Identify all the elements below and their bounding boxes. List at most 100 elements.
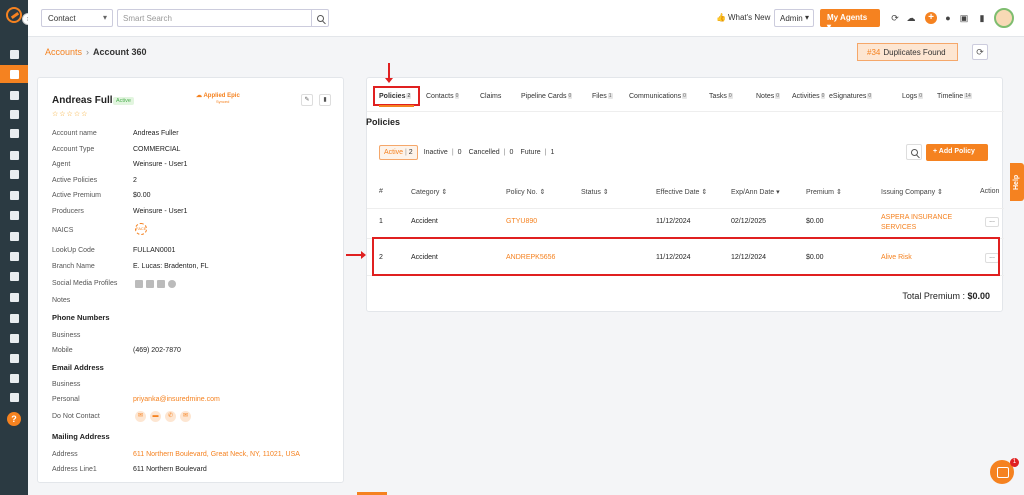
do-not-contact-label: Do Not Contact (52, 413, 100, 420)
whats-new-link[interactable]: 👍 What's New (716, 13, 770, 22)
chat-icon[interactable]: ▬ (150, 411, 161, 422)
tab-logs[interactable]: Logs 0 (902, 93, 923, 100)
linkedin-icon[interactable] (135, 280, 143, 288)
delete-button[interactable]: ▮ (319, 94, 331, 106)
tab-label: Timeline (937, 93, 964, 100)
tab-count-badge: 14 (964, 93, 972, 99)
twitter-icon[interactable] (157, 280, 165, 288)
tab-active-underline (379, 105, 414, 107)
field-value: Weinsure - User1 (133, 208, 188, 215)
trash-icon[interactable]: ▮ (977, 13, 987, 23)
calendar-icon[interactable] (8, 291, 20, 303)
tab-claims[interactable]: Claims (480, 93, 501, 100)
filter-cancelled[interactable]: Cancelled | 0 (469, 149, 514, 156)
phone-icon[interactable]: ✆ (165, 411, 176, 422)
filter-active[interactable]: Active | 2 (379, 144, 418, 160)
field-label: Account Type (52, 146, 95, 153)
filter-future[interactable]: Future | 1 (520, 149, 554, 156)
documents-icon[interactable] (8, 89, 20, 101)
search-button[interactable] (311, 9, 329, 27)
column-header[interactable]: Premium ⇕ (806, 188, 842, 196)
column-header[interactable]: Exp/Ann Date ▾ (731, 188, 780, 196)
id-card-icon[interactable] (8, 149, 20, 161)
add-icon[interactable]: + (925, 12, 937, 24)
email-value[interactable]: priyanka@insuredmine.com (133, 396, 220, 403)
tab-tasks[interactable]: Tasks 0 (709, 93, 733, 100)
email-icon[interactable]: ✉ (135, 411, 146, 422)
admin-select[interactable]: Admin (774, 9, 814, 27)
folder-icon[interactable] (8, 250, 20, 262)
sms-icon[interactable]: ✉ (180, 411, 191, 422)
filter-inactive[interactable]: Inactive | 0 (424, 149, 462, 156)
edit-button[interactable]: ✎ (301, 94, 313, 106)
mail-icon[interactable] (8, 312, 20, 324)
tab-esignatures[interactable]: eSignatures 0 (829, 93, 873, 100)
cloud-icon[interactable]: ☁ (906, 13, 916, 23)
people-icon[interactable] (8, 108, 20, 120)
filter-cancelled-label: Cancelled (468, 148, 500, 156)
help-icon[interactable]: ? (7, 412, 21, 426)
tab-files[interactable]: Files 1 (592, 93, 613, 100)
tab-activities[interactable]: Activities 0 (792, 93, 826, 100)
tab-label: Notes (756, 93, 775, 100)
globe-icon[interactable] (168, 280, 176, 288)
help-tab[interactable]: Help (1010, 163, 1024, 201)
filter-icon[interactable] (8, 168, 20, 180)
field-label: NAICS (52, 227, 74, 234)
column-header[interactable]: Effective Date ⇕ (656, 188, 707, 196)
bell-icon[interactable]: ● (943, 13, 953, 23)
chat-badge: 1 (1010, 458, 1019, 467)
sync-icon[interactable]: ⟳ (890, 13, 900, 23)
rating-stars[interactable]: ☆☆☆☆☆ (52, 110, 88, 118)
user-avatar[interactable] (994, 8, 1014, 28)
column-header[interactable]: Status ⇕ (581, 188, 609, 196)
applied-epic-logo: ☁ Applied Epic Synced (196, 93, 240, 104)
refresh-button[interactable]: ⟳ (972, 44, 988, 60)
column-header[interactable]: Policy No. ⇕ (506, 188, 545, 196)
field-value: COMMERCIAL (133, 146, 181, 153)
duplicates-found-button[interactable]: #34 Duplicates Found (857, 43, 958, 61)
analytics-icon[interactable] (8, 372, 20, 384)
add-policy-button[interactable]: + Add Policy (926, 144, 988, 161)
reports-icon[interactable] (8, 230, 20, 242)
search-type-select[interactable]: Contact (41, 9, 113, 27)
row-action-menu[interactable]: ... (985, 217, 999, 227)
contacts-icon[interactable] (0, 65, 28, 83)
tab-timeline[interactable]: Timeline 14 (937, 93, 972, 100)
tab-notes[interactable]: Notes 0 (756, 93, 781, 100)
column-header[interactable]: Category ⇕ (411, 188, 447, 196)
field-label: Social Media Profiles (52, 280, 118, 287)
column-header[interactable]: Issuing Company ⇕ (881, 188, 943, 196)
chip-icon[interactable]: ▣ (959, 13, 969, 23)
address-label: Address Line1 (52, 466, 97, 473)
signature-icon[interactable] (8, 352, 20, 364)
annotation-arrow-down (385, 63, 393, 83)
table-header-divider (367, 208, 1004, 209)
account-details-card: Andreas Fuller Active ☆☆☆☆☆ ☁ Applied Ep… (37, 77, 344, 483)
tab-communications[interactable]: Communications 0 (629, 93, 687, 100)
megaphone-icon[interactable] (8, 189, 20, 201)
my-agents-button[interactable]: My Agents ▾ (820, 9, 880, 31)
settings-icon[interactable] (8, 391, 20, 403)
naics-icon[interactable]: FACE (135, 223, 147, 235)
tab-pipeline-cards[interactable]: Pipeline Cards 0 (521, 93, 573, 100)
breadcrumb-accounts[interactable]: Accounts (45, 47, 82, 57)
table-cell-company[interactable]: ASPERA INSURANCE SERVICES (881, 213, 953, 233)
breadcrumb-current: Account 360 (93, 47, 147, 57)
stack-icon[interactable] (8, 270, 20, 282)
policy-search-button[interactable] (906, 144, 922, 160)
facebook-icon[interactable] (146, 280, 154, 288)
smart-search-input[interactable]: Smart Search (117, 9, 311, 27)
email-address-title: Email Address (52, 363, 104, 372)
policies-card: Policies 2 Contacts 0 Claims Pipeline Cards 0 F… (366, 77, 1004, 312)
table-cell-policy-no[interactable]: GTYU890 (506, 218, 537, 225)
dashboard-icon[interactable] (8, 48, 20, 60)
phone-value: (469) 202-7870 (133, 347, 181, 354)
address-value[interactable]: 611 Northern Boulevard, Great Neck, NY, … (133, 451, 300, 458)
file-icon[interactable] (8, 209, 20, 221)
annotation-arrow-right (346, 251, 366, 259)
mail-alt-icon[interactable] (8, 332, 20, 344)
table-cell-num: 1 (379, 218, 383, 225)
bank-icon[interactable] (8, 127, 20, 139)
tab-contacts[interactable]: Contacts 0 (426, 93, 460, 100)
